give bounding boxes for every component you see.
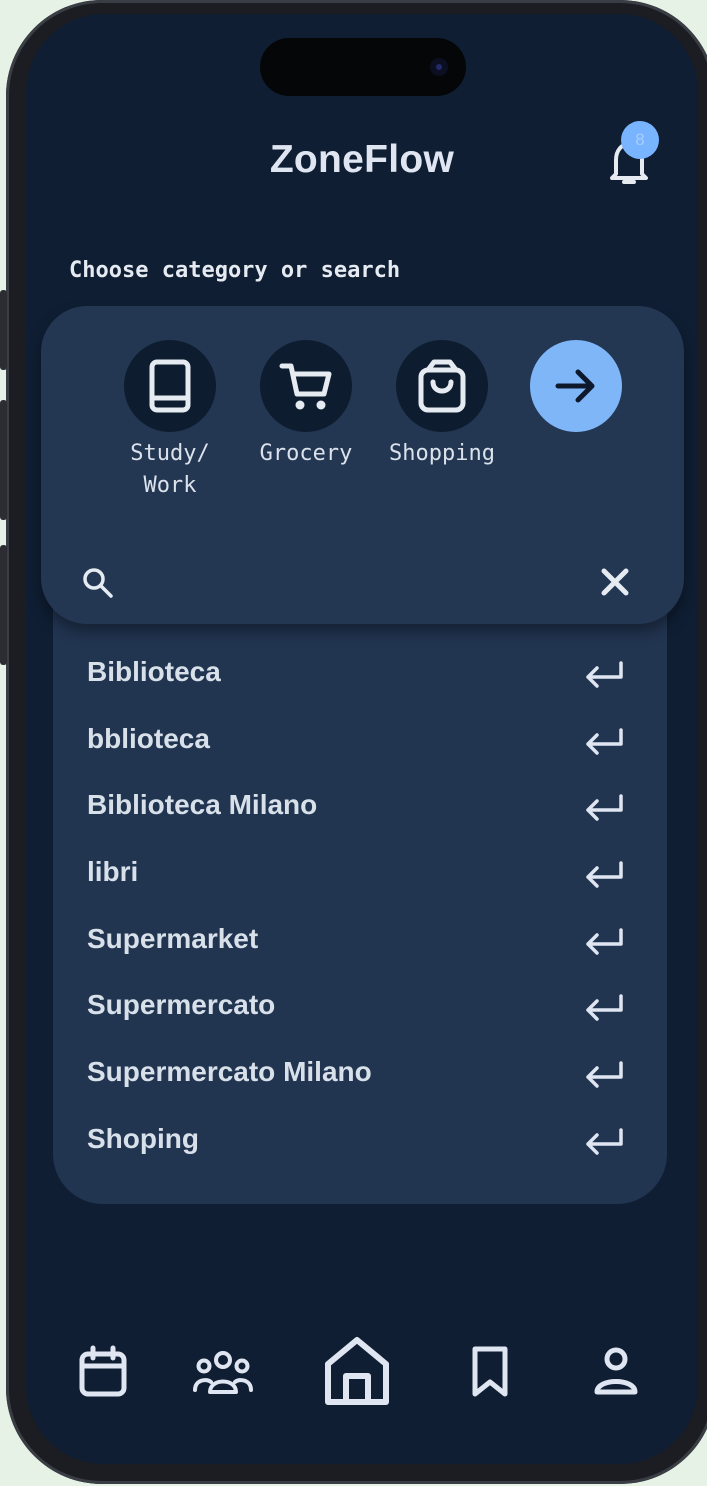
suggestion-text: Supermercato: [87, 989, 276, 1021]
enter-arrow-icon[interactable]: [583, 793, 625, 823]
enter-arrow-icon[interactable]: [583, 927, 625, 957]
phone-side-button: [0, 400, 7, 520]
enter-arrow-icon[interactable]: [583, 727, 625, 757]
suggestion-text: Shoping: [87, 1122, 199, 1154]
cart-icon: [260, 340, 352, 432]
category-label: Grocery: [259, 441, 353, 466]
suggestion-text: Supermercato Milano: [87, 1056, 372, 1088]
search-bar: [41, 546, 684, 616]
enter-arrow-icon[interactable]: [583, 993, 625, 1023]
suggestion-item[interactable]: Supermercato: [53, 975, 667, 1042]
notification-badge: 8: [621, 121, 659, 159]
suggestion-text: libri: [87, 856, 139, 888]
people-icon[interactable]: [192, 1344, 254, 1400]
shopping-bag-icon: [396, 340, 488, 432]
suggestion-item[interactable]: Biblioteca Milano: [53, 775, 667, 842]
suggestion-text: bblioteca: [87, 722, 210, 754]
suggestion-text: Biblioteca: [87, 656, 221, 687]
section-subtitle: Choose category or search: [69, 258, 401, 283]
app-title: ZoneFlow: [269, 138, 455, 181]
bookmark-icon[interactable]: [470, 1344, 510, 1400]
enter-arrow-icon[interactable]: [583, 1060, 625, 1090]
enter-arrow-icon[interactable]: [583, 860, 625, 890]
category-grocery[interactable]: Grocery: [241, 340, 371, 470]
suggestion-text: Biblioteca Milano: [87, 789, 318, 821]
suggestion-item[interactable]: Biblioteca: [53, 642, 667, 709]
suggestion-list: Biblioteca bblioteca Biblioteca Milano libr…: [53, 642, 667, 1176]
enter-arrow-icon[interactable]: [583, 1127, 625, 1157]
category-search-card: Study/ Work Grocery Shopping: [41, 306, 684, 624]
home-icon[interactable]: [322, 1334, 392, 1408]
phone-side-button: [0, 545, 7, 665]
search-icon: [83, 568, 113, 598]
suggestion-item[interactable]: Supermarket: [53, 909, 667, 976]
category-study-work[interactable]: Study/ Work: [105, 340, 235, 502]
search-input[interactable]: [131, 556, 575, 602]
calendar-icon[interactable]: [78, 1344, 128, 1400]
category-shopping[interactable]: Shopping: [377, 340, 507, 470]
suggestion-text: Supermarket: [87, 922, 259, 954]
suggestion-item[interactable]: libri: [53, 842, 667, 909]
suggestions-panel: Biblioteca bblioteca Biblioteca Milano libr…: [53, 534, 667, 1204]
suggestion-item[interactable]: bblioteca: [53, 709, 667, 776]
book-icon: [124, 340, 216, 432]
suggestion-item[interactable]: Supermercato Milano: [53, 1042, 667, 1109]
enter-arrow-icon[interactable]: [583, 660, 625, 690]
profile-icon[interactable]: [592, 1344, 640, 1400]
phone-side-button: [0, 290, 7, 370]
dynamic-island: [260, 38, 466, 96]
app-screen: ZoneFlow 8 Choose category or search Bib…: [26, 14, 698, 1464]
category-label: Shopping: [389, 441, 495, 466]
category-label: Study/ Work: [130, 441, 210, 498]
arrow-right-icon: [555, 369, 595, 403]
suggestion-item[interactable]: Shoping: [53, 1109, 667, 1176]
next-button[interactable]: [530, 340, 622, 432]
close-icon[interactable]: [599, 566, 631, 598]
